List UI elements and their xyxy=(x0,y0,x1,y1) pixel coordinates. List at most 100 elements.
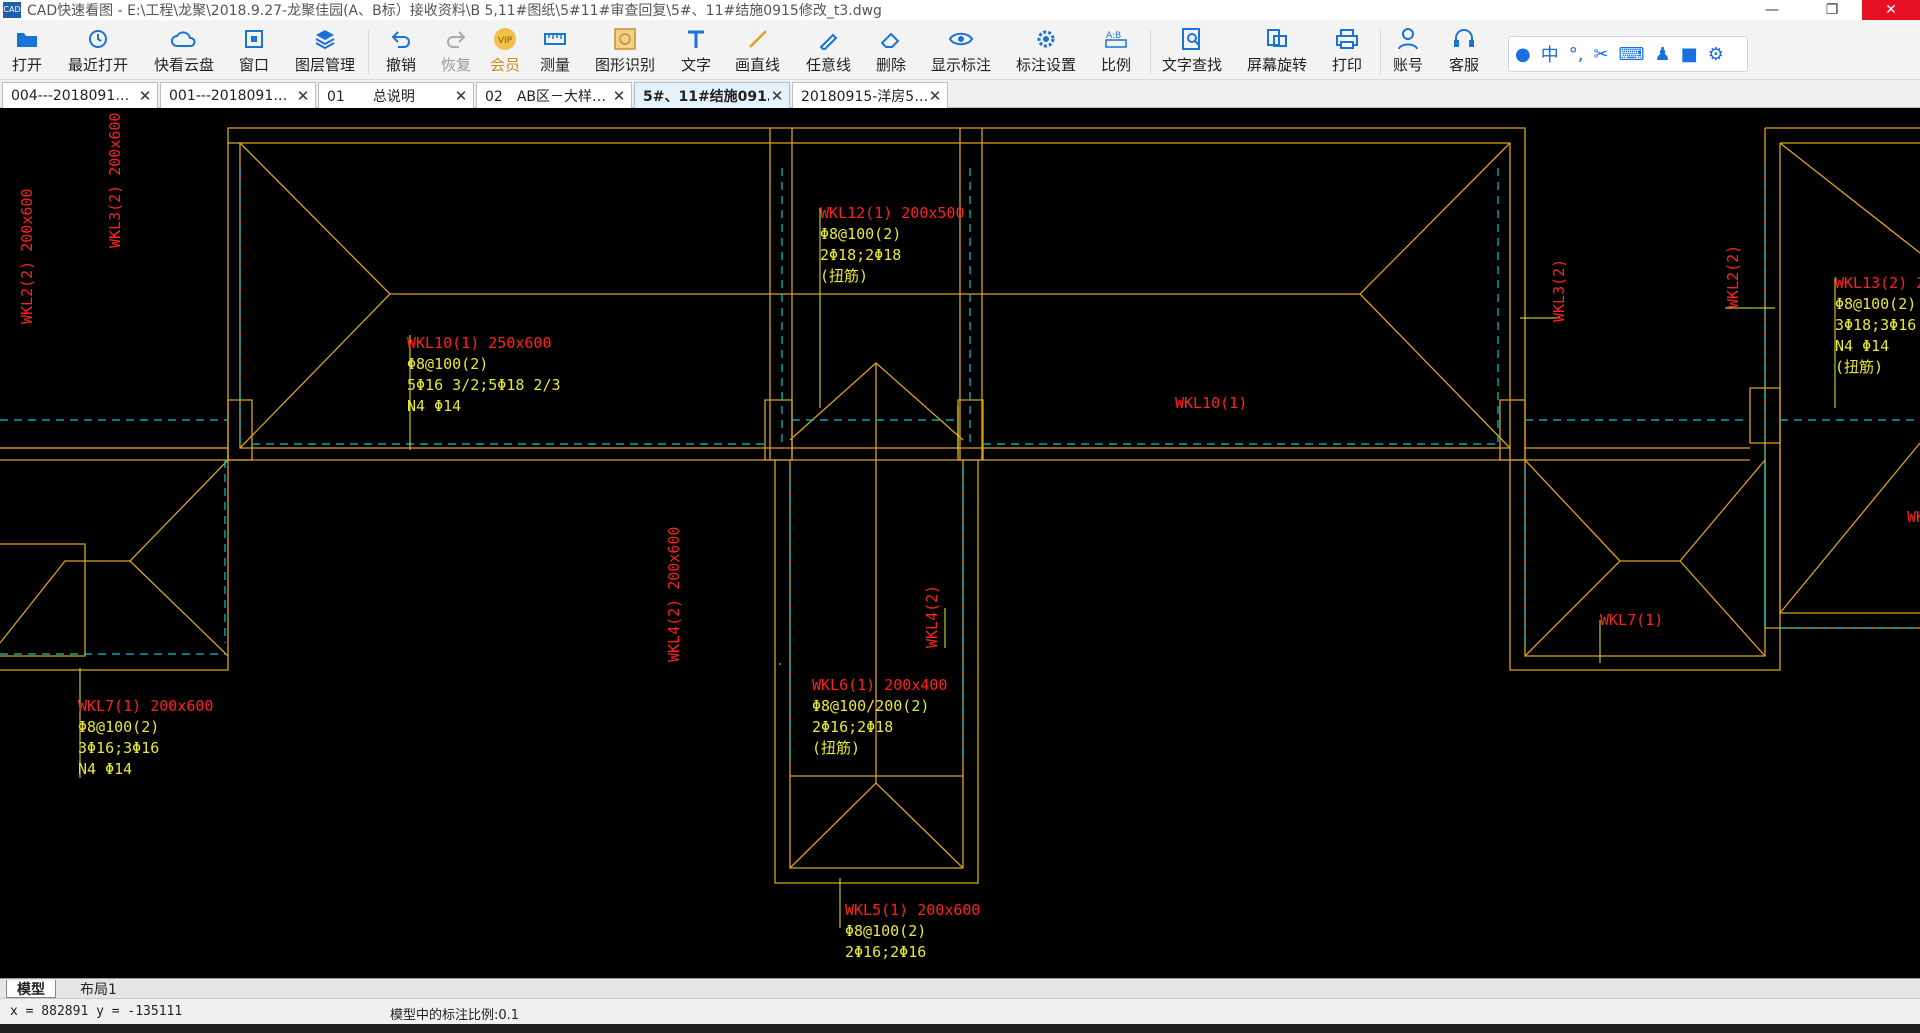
vip-badge-text: VIP xyxy=(498,36,513,46)
open-button[interactable]: 打开 xyxy=(12,26,42,78)
screen-rotate-button[interactable]: 屏幕旋转 xyxy=(1247,26,1307,78)
printer-icon xyxy=(1334,26,1360,52)
open-label: 打开 xyxy=(12,56,43,74)
hip-line xyxy=(1359,142,1511,449)
toolbar-divider xyxy=(1380,30,1381,74)
undo-button[interactable]: 撤销 xyxy=(386,26,416,78)
layers-icon xyxy=(312,26,338,52)
scale-label: 比例 xyxy=(1101,56,1132,74)
print-button[interactable]: 打印 xyxy=(1332,26,1362,78)
beam-label: WKL2(2) 200x600 xyxy=(18,189,36,324)
eye-icon xyxy=(948,26,974,52)
measure-button[interactable]: 测量 xyxy=(540,26,570,78)
restore-icon[interactable]: ❐ xyxy=(1802,0,1862,20)
app-logo-icon: CAD xyxy=(3,2,21,18)
redo-button[interactable]: 恢复 xyxy=(441,26,471,78)
right-wing-hip xyxy=(1524,560,1766,657)
ime-toolbar[interactable]: ● 中 °, ✂ ⌨ ♟ ■ ⚙ xyxy=(1508,36,1748,72)
text-search-button[interactable]: 文字查找 xyxy=(1162,26,1222,78)
doc-tab[interactable]: 004---2018091… ✕ xyxy=(2,82,158,108)
window-controls: — ❐ ✕ xyxy=(1742,0,1920,20)
rebar-label: 5Φ16 3/2;5Φ18 2/3 xyxy=(407,376,561,394)
tab-layout1[interactable]: 布局1 xyxy=(70,980,127,998)
rebar-label: 2Φ18;2Φ18 xyxy=(820,246,901,264)
shape-recognize-icon xyxy=(612,26,638,52)
rebar-label: (扭筋) xyxy=(812,739,860,757)
freehand-button[interactable]: 任意线 xyxy=(806,26,851,78)
doc-tab-label: 20180915-洋房5… xyxy=(801,88,927,105)
support-button[interactable]: 客服 xyxy=(1449,26,1479,78)
shirt-icon[interactable]: ■ xyxy=(1681,44,1698,65)
doc-tab[interactable]: 01 总说明 ✕ xyxy=(318,82,474,108)
right-wing xyxy=(1509,448,1781,671)
yellow-labels: Φ8@100(2) 2Φ18;2Φ18 (扭筋) Φ8@100(2) 5Φ16 … xyxy=(78,225,1916,961)
ime-punctuation[interactable]: °, xyxy=(1569,44,1584,65)
window-icon xyxy=(241,26,267,52)
rebar-label: 2Φ16;2Φ18 xyxy=(812,718,893,736)
tab-close-icon[interactable]: ✕ xyxy=(611,87,627,105)
status-bar: x = 882891 y = -135111 模型中的标注比例:0.1 xyxy=(0,998,1920,1024)
leader-line xyxy=(79,142,1836,928)
scissors-icon[interactable]: ✂ xyxy=(1593,44,1608,65)
recent-open-button[interactable]: 最近打开 xyxy=(68,26,128,78)
tab-close-icon[interactable]: ✕ xyxy=(295,87,311,105)
doc-tab[interactable]: 20180915-洋房5… ✕ xyxy=(792,82,948,108)
minimize-icon[interactable]: — xyxy=(1742,0,1802,20)
doc-tab-active[interactable]: 5#、11#结施091… ✕ xyxy=(634,82,790,108)
text-label: 文字 xyxy=(681,56,712,74)
hip-line xyxy=(239,142,391,449)
undo-icon xyxy=(388,26,414,52)
text-search-icon xyxy=(1179,26,1205,52)
doc-tab[interactable]: 001---2018091… ✕ xyxy=(160,82,316,108)
document-tabs: 004---2018091… ✕ 001---2018091… ✕ 01 总说明… xyxy=(0,80,1920,108)
keyboard-icon[interactable]: ⌨ xyxy=(1619,44,1645,65)
right-wing-hip xyxy=(1524,459,1766,562)
measure-label: 测量 xyxy=(540,56,571,74)
rebar-label: (扭筋) xyxy=(1835,358,1883,376)
ime-language[interactable]: 中 xyxy=(1541,41,1559,67)
delete-button[interactable]: 删除 xyxy=(876,26,906,78)
close-window-icon[interactable]: ✕ xyxy=(1862,0,1920,20)
rebar-label: (扭筋) xyxy=(820,267,868,285)
left-beam xyxy=(0,447,228,461)
support-label: 客服 xyxy=(1449,56,1480,74)
tab-close-icon[interactable]: ✕ xyxy=(769,87,785,105)
shape-recognize-label: 图形识别 xyxy=(595,56,656,74)
delete-label: 删除 xyxy=(876,56,907,74)
layer-manager-button[interactable]: 图层管理 xyxy=(295,26,355,78)
show-annotations-button[interactable]: 显示标注 xyxy=(931,26,991,78)
layout-tabs: 模型 布局1 xyxy=(0,978,1920,998)
beam-label: WKL7(1) 200x600 xyxy=(78,697,213,715)
window-label: 窗口 xyxy=(239,56,270,74)
annotation-settings-button[interactable]: 标注设置 xyxy=(1016,26,1076,78)
tab-close-icon[interactable]: ✕ xyxy=(137,87,153,105)
far-right-hip xyxy=(1779,142,1920,614)
vip-button[interactable]: VIP 会员 xyxy=(490,26,520,78)
user-small-icon[interactable]: ♟ xyxy=(1655,44,1671,65)
leader-lines xyxy=(79,142,1836,928)
taskbar-strip xyxy=(0,1024,1920,1033)
tab-close-icon[interactable]: ✕ xyxy=(927,87,943,105)
drawing-canvas[interactable]: WKL12(1) 200x500 WKL10(1) 250x600 WKL10(… xyxy=(0,108,1920,978)
draw-line-button[interactable]: 画直线 xyxy=(735,26,780,78)
draw-line-label: 画直线 xyxy=(735,56,781,74)
tab-model[interactable]: 模型 xyxy=(6,980,56,998)
rebar-label: Φ8@100(2) xyxy=(1835,295,1916,313)
cloud-disk-button[interactable]: 快看云盘 xyxy=(154,26,214,78)
ime-logo-icon[interactable]: ● xyxy=(1515,44,1531,65)
scale-button[interactable]: A:B 比例 xyxy=(1101,26,1131,78)
tab-close-icon[interactable]: ✕ xyxy=(453,87,469,105)
window-button[interactable]: 窗口 xyxy=(239,26,269,78)
rebar-label: N4 Φ14 xyxy=(1835,337,1889,355)
doc-tab[interactable]: 02 AB区－大样… ✕ xyxy=(476,82,632,108)
account-button[interactable]: 账号 xyxy=(1393,26,1423,78)
rebar-label: 2Φ16;2Φ16 xyxy=(845,943,926,961)
axis-vertical xyxy=(239,168,1766,628)
shape-recognize-button[interactable]: 图形识别 xyxy=(595,26,655,78)
text-button[interactable]: 文字 xyxy=(681,26,711,78)
rebar-label: 3Φ18;3Φ16 xyxy=(1835,316,1916,334)
beam-label: WK xyxy=(1907,508,1920,526)
doc-tab-label: 02 AB区－大样… xyxy=(485,88,606,105)
measure-icon xyxy=(542,26,568,52)
gear-icon[interactable]: ⚙ xyxy=(1708,44,1724,65)
